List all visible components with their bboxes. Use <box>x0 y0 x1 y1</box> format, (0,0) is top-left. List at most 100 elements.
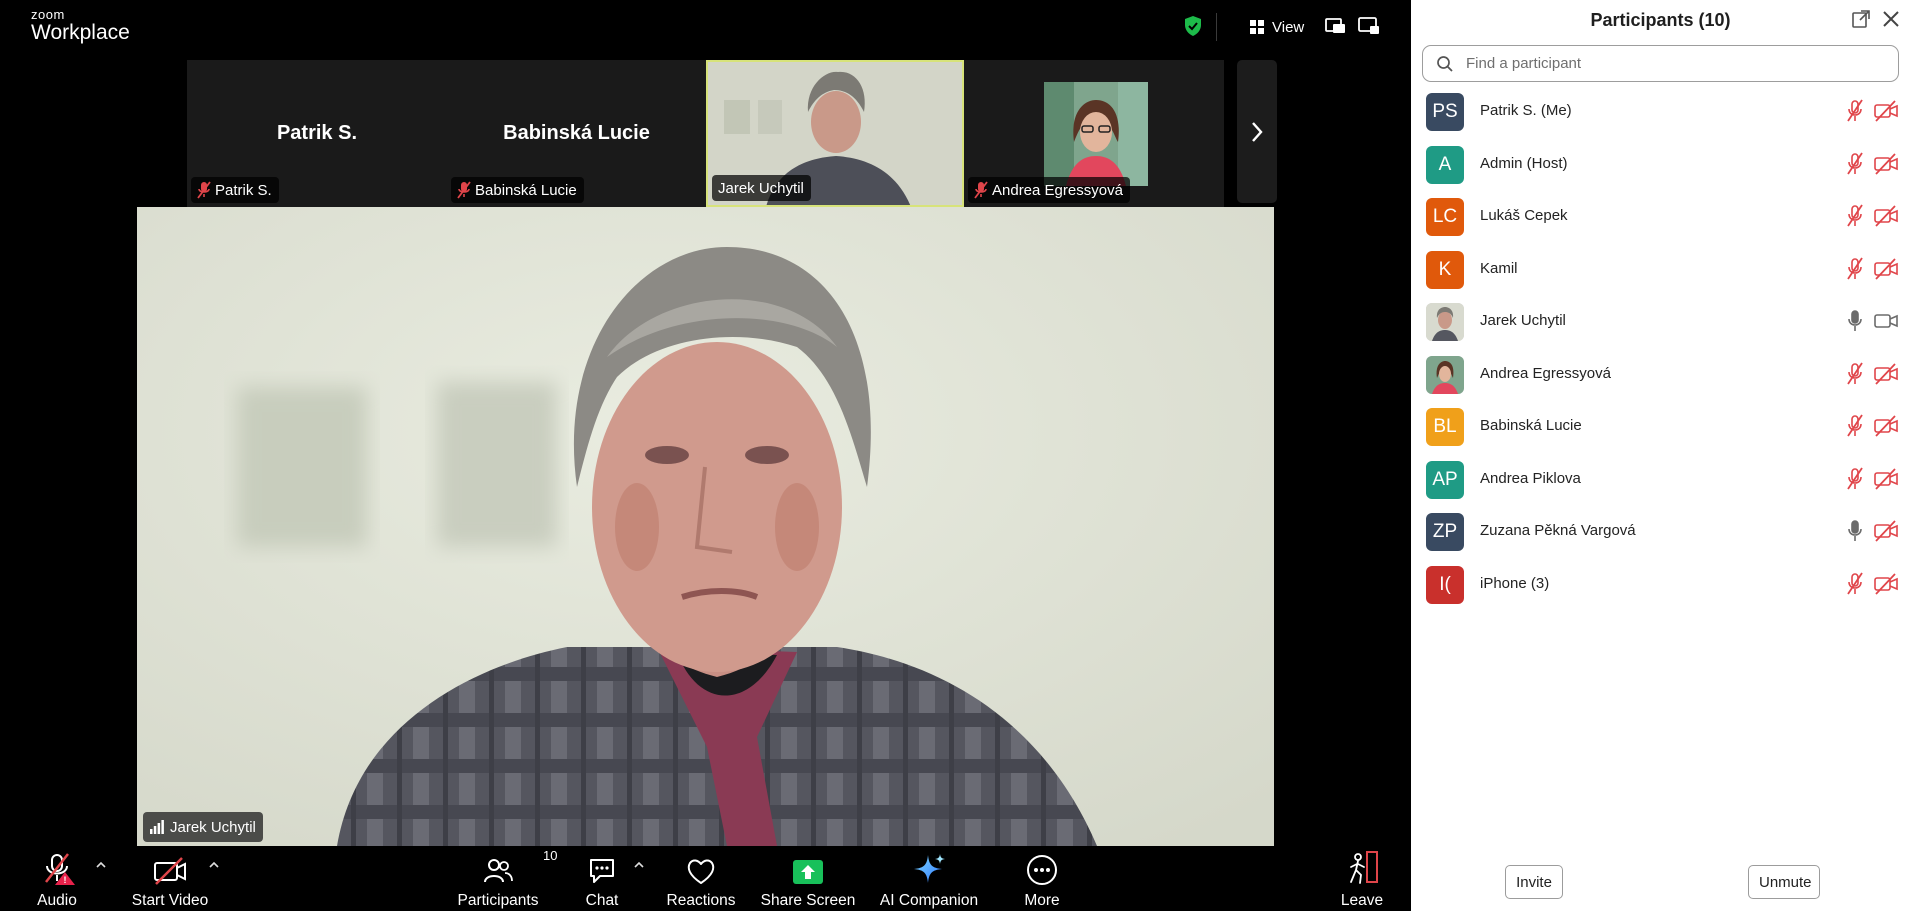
mic-muted-icon <box>197 181 211 199</box>
mic-muted-icon[interactable] <box>1844 361 1866 387</box>
avatar-initials: K <box>1438 258 1452 280</box>
ai-sparkle-icon <box>914 854 945 883</box>
video-off-icon[interactable] <box>1873 205 1899 227</box>
mic-icon[interactable] <box>1844 518 1866 544</box>
top-divider <box>1216 13 1217 41</box>
participant-name: Admin (Host) <box>1480 154 1568 172</box>
participant-search[interactable] <box>1422 45 1899 82</box>
video-off-icon <box>154 857 186 885</box>
avatar-initials: A <box>1438 153 1452 175</box>
start-video-label: Start Video <box>131 892 209 909</box>
mic-muted-icon <box>974 181 988 199</box>
strip-next-button[interactable] <box>1237 60 1277 203</box>
chevron-up-icon[interactable] <box>207 858 221 872</box>
avatar <box>1426 303 1464 341</box>
search-input[interactable] <box>1466 55 1886 72</box>
audio-button[interactable]: ! Audio <box>20 846 94 911</box>
start-video-button[interactable]: Start Video <box>128 846 212 911</box>
video-off-icon[interactable] <box>1873 520 1899 542</box>
leave-label: Leave <box>1340 892 1384 909</box>
mic-muted-icon[interactable] <box>1844 256 1866 282</box>
invite-button[interactable]: Invite <box>1505 865 1563 899</box>
participants-button[interactable]: 10 Participants <box>455 846 558 911</box>
shield-check-icon[interactable] <box>1182 15 1204 37</box>
reactions-button[interactable]: Reactions <box>664 846 738 911</box>
mic-muted-icon: ! <box>45 853 75 885</box>
participant-name: Kamil <box>1480 259 1518 277</box>
svg-text:!: ! <box>64 875 67 885</box>
avatar-initials: I( <box>1439 573 1451 595</box>
switch-window-icon[interactable] <box>1358 15 1380 37</box>
video-off-icon[interactable] <box>1873 362 1899 385</box>
participant-list: PS Patrik S. (Me) A Admin (Host) LC Lukáš Cep… <box>1411 88 1910 613</box>
video-tile[interactable]: Patrik S. Patrik S. <box>187 60 447 207</box>
chevron-up-icon[interactable] <box>94 858 108 872</box>
tile-label: Babinská Lucie <box>451 177 584 203</box>
video-thumbnail-strip: Patrik S. Patrik S. Babinská Lucie Babin… <box>187 60 1224 207</box>
zoom-logo: zoom Workplace <box>31 8 130 45</box>
meeting-area: zoom Workplace View Patrik S. Patrik S. … <box>0 0 1411 911</box>
participant-name: Jarek Uchytil <box>1480 312 1566 329</box>
avatar-initials: LC <box>1432 206 1458 227</box>
participants-label: Participants <box>457 892 539 909</box>
video-off-icon[interactable] <box>1873 415 1899 437</box>
view-button[interactable]: View <box>1250 15 1304 39</box>
video-tile[interactable]: Andrea Egressyová <box>964 60 1224 207</box>
participant-row[interactable]: LC Lukáš Cepek <box>1411 193 1910 246</box>
share-screen-button[interactable]: Share Screen <box>761 846 855 911</box>
video-tile[interactable]: Babinská Lucie Babinská Lucie <box>447 60 706 207</box>
mic-icon[interactable] <box>1844 308 1866 334</box>
tile-label-text: Patrik S. <box>215 181 272 199</box>
view-label: View <box>1272 18 1305 36</box>
panel-title: Participants (10) <box>1590 10 1731 30</box>
video-off-icon[interactable] <box>1873 572 1899 595</box>
participant-name: Patrik S. (Me) <box>1480 102 1572 119</box>
video-off-icon[interactable] <box>1873 152 1899 175</box>
chevron-right-icon <box>1252 121 1263 142</box>
more-button[interactable]: More <box>1018 846 1066 911</box>
tile-label-text: Babinská Lucie <box>475 181 577 199</box>
speaker-video-feed <box>137 207 1274 846</box>
leave-button[interactable]: Leave <box>1340 846 1384 911</box>
video-off-icon[interactable] <box>1873 257 1899 280</box>
more-label: More <box>1024 892 1060 909</box>
avatar: AP <box>1426 460 1464 499</box>
video-icon[interactable] <box>1873 310 1899 332</box>
mic-muted-icon[interactable] <box>1844 151 1866 177</box>
mic-muted-icon[interactable] <box>1844 98 1866 124</box>
mic-muted-icon[interactable] <box>1844 413 1866 439</box>
participant-row[interactable]: K Kamil <box>1411 246 1910 299</box>
tile-label-text: Jarek Uchytil <box>718 179 804 197</box>
mic-muted-icon[interactable] <box>1844 203 1866 229</box>
close-icon[interactable] <box>1881 9 1901 29</box>
search-icon <box>1437 55 1453 72</box>
active-speaker-video[interactable]: Jarek Uchytil <box>137 207 1274 846</box>
avatar-initials: BL <box>1433 416 1457 437</box>
video-tile-active[interactable]: Jarek Uchytil <box>706 60 964 207</box>
avatar-photo <box>1426 303 1464 341</box>
participant-row[interactable]: A Admin (Host) <box>1411 141 1910 194</box>
tile-label: Jarek Uchytil <box>712 175 811 201</box>
tile-label: Patrik S. <box>191 177 279 203</box>
participant-row[interactable]: ZP Zuzana Pěkná Vargová <box>1411 508 1910 561</box>
tile-name: Babinská Lucie <box>503 122 650 144</box>
participants-count: 10 <box>543 848 558 863</box>
video-off-icon[interactable] <box>1873 467 1899 490</box>
participant-row[interactable]: Jarek Uchytil <box>1411 298 1910 351</box>
tile-name: Patrik S. <box>276 122 358 144</box>
chevron-up-icon[interactable] <box>632 858 646 872</box>
participant-row[interactable]: Andrea Egressyová <box>1411 351 1910 404</box>
ai-companion-label: AI Companion <box>879 892 979 909</box>
video-off-icon[interactable] <box>1873 100 1899 122</box>
pop-out-icon[interactable] <box>1851 9 1871 29</box>
participant-row[interactable]: AP Andrea Piklova <box>1411 456 1910 509</box>
participant-row[interactable]: PS Patrik S. (Me) <box>1411 88 1910 141</box>
participant-row[interactable]: BL Babinská Lucie <box>1411 403 1910 456</box>
chat-button[interactable]: Chat <box>574 846 630 911</box>
ai-companion-button[interactable]: AI Companion <box>878 846 980 911</box>
mic-muted-icon[interactable] <box>1844 466 1866 492</box>
mic-muted-icon[interactable] <box>1844 571 1866 597</box>
picture-in-picture-icon[interactable] <box>1325 15 1347 37</box>
participant-row[interactable]: I(iPhone (3) <box>1411 561 1910 614</box>
unmute-button[interactable]: Unmute <box>1748 865 1820 899</box>
